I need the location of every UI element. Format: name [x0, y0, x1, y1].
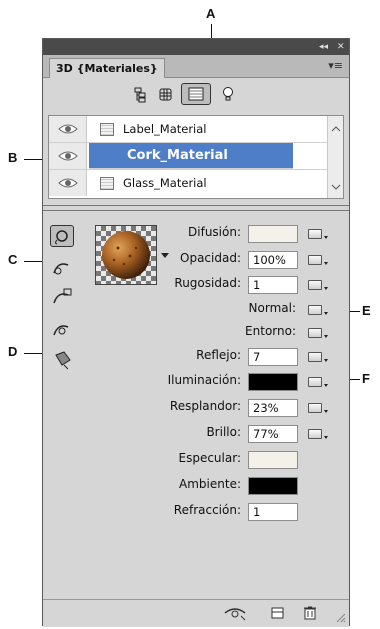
list-item[interactable]: Label_Material [49, 116, 327, 143]
eye-icon [58, 151, 78, 161]
scroll-down-icon [331, 184, 341, 190]
illumination-color[interactable] [248, 373, 298, 391]
roughness-texture-arrow[interactable] [324, 287, 328, 290]
materials-filter-icon [188, 87, 204, 101]
property-label-refraction: Refracción: [173, 503, 241, 517]
material-label: Cork_Material [127, 148, 228, 163]
property-label-normal: Normal: [248, 301, 296, 315]
callout-d: D [8, 344, 18, 359]
material-tool-3[interactable] [50, 287, 74, 309]
property-label-ambient: Ambiente: [179, 477, 241, 491]
panel-split-handle[interactable] [43, 205, 349, 211]
panel-menu-button[interactable]: ▾≡ [328, 59, 343, 72]
materials-filter-button[interactable] [181, 83, 211, 105]
eye-icon [58, 178, 78, 188]
illumination-texture-arrow[interactable] [324, 384, 328, 387]
visibility-toggle[interactable] [49, 116, 87, 142]
callout-a: A [206, 6, 216, 21]
material-list: Label_Material Cork_Material Glass_Mater… [48, 115, 344, 199]
material-select-tool[interactable] [50, 225, 74, 247]
trash-icon[interactable] [301, 603, 319, 621]
callout-e: E [362, 303, 371, 318]
panel-tab-row: 3D {Materiales} ▾≡ [43, 55, 349, 78]
diffuse-texture-arrow[interactable] [324, 236, 328, 239]
refraction-field[interactable]: 1 [248, 503, 298, 521]
material-thumbnail-icon [100, 177, 114, 190]
material-thumbnail-icon [100, 123, 114, 136]
property-label-illumination: Iluminación: [167, 373, 241, 387]
material-select-tool-icon [55, 230, 68, 245]
opacity-texture-arrow[interactable] [324, 262, 328, 265]
light-bulb-icon [223, 87, 233, 101]
property-label-environment: Entorno: [245, 324, 296, 338]
lights-filter-button[interactable] [217, 83, 239, 105]
callout-c: C [8, 252, 18, 267]
material-drop-tool-icon [53, 263, 69, 275]
close-panel-button[interactable]: ✕ [337, 41, 345, 53]
normal-texture-arrow[interactable] [324, 312, 328, 315]
material-label: Label_Material [123, 122, 207, 136]
panel-titlebar: ◂◂ ✕ [43, 39, 349, 55]
materials-panel: ◂◂ ✕ 3D {Materiales} ▾≡ Label_Material C… [42, 38, 350, 627]
material-label: Glass_Material [123, 176, 207, 190]
shine-texture-arrow[interactable] [324, 436, 328, 439]
environment-texture-arrow[interactable] [324, 335, 328, 338]
visibility-toggle[interactable] [49, 170, 87, 196]
callout-b: B [8, 150, 18, 165]
property-label-shine: Brillo: [206, 425, 241, 439]
mesh-filter-button[interactable] [155, 83, 177, 105]
list-scrollbar[interactable] [327, 116, 343, 198]
list-item[interactable]: Glass_Material [49, 170, 327, 197]
reflection-field[interactable]: 7 [248, 348, 298, 366]
property-label-roughness: Rugosidad: [174, 276, 241, 290]
material-sphere-toggle-icon[interactable] [221, 604, 249, 622]
material-drop-tool[interactable] [50, 257, 74, 279]
diffuse-color[interactable] [248, 225, 298, 243]
property-label-reflection: Reflejo: [196, 348, 241, 362]
glow-texture-arrow[interactable] [324, 410, 328, 413]
shine-texture-folder-icon[interactable] [308, 429, 322, 439]
property-label-specular: Especular: [178, 451, 242, 465]
scene-tree-icon [134, 87, 146, 103]
illumination-texture-folder-icon[interactable] [308, 377, 322, 387]
panel-tab[interactable]: 3D {Materiales} [49, 58, 165, 78]
visibility-toggle[interactable] [49, 143, 87, 169]
material-paint-bucket-tool[interactable] [50, 349, 74, 371]
property-label-opacity: Opacidad: [180, 251, 241, 265]
property-label-glow: Resplandor: [169, 399, 241, 413]
material-paint-bucket-icon [55, 351, 71, 370]
mesh-icon [159, 88, 172, 101]
scroll-up-icon [331, 126, 341, 132]
roughness-texture-folder-icon[interactable] [308, 280, 322, 290]
eye-icon [58, 124, 78, 134]
material-tool-4-icon [53, 325, 69, 336]
new-material-icon[interactable] [269, 604, 287, 622]
panel-bottom-bar [43, 599, 349, 627]
opacity-field[interactable]: 100% [248, 251, 298, 269]
glow-field[interactable]: 23% [248, 399, 298, 417]
ambient-color[interactable] [248, 477, 298, 495]
scene-filter-button[interactable] [129, 83, 151, 105]
collapse-panel-button[interactable]: ◂◂ [319, 41, 328, 53]
shine-field[interactable]: 77% [248, 425, 298, 443]
reflection-texture-arrow[interactable] [324, 359, 328, 362]
specular-color[interactable] [248, 451, 298, 469]
environment-texture-folder-icon[interactable] [308, 328, 322, 338]
diffuse-texture-folder-icon[interactable] [308, 229, 322, 239]
material-tool-4[interactable] [50, 319, 74, 341]
normal-texture-folder-icon[interactable] [308, 305, 322, 315]
resize-grip-icon[interactable] [333, 610, 347, 624]
list-item[interactable]: Cork_Material [49, 143, 327, 170]
callout-f: F [362, 371, 370, 386]
material-tool-3-icon [53, 288, 72, 304]
opacity-texture-folder-icon[interactable] [308, 255, 322, 265]
reflection-texture-folder-icon[interactable] [308, 352, 322, 362]
glow-texture-folder-icon[interactable] [308, 403, 322, 413]
roughness-field[interactable]: 1 [248, 276, 298, 294]
property-label-diffuse: Difusión: [188, 225, 241, 239]
